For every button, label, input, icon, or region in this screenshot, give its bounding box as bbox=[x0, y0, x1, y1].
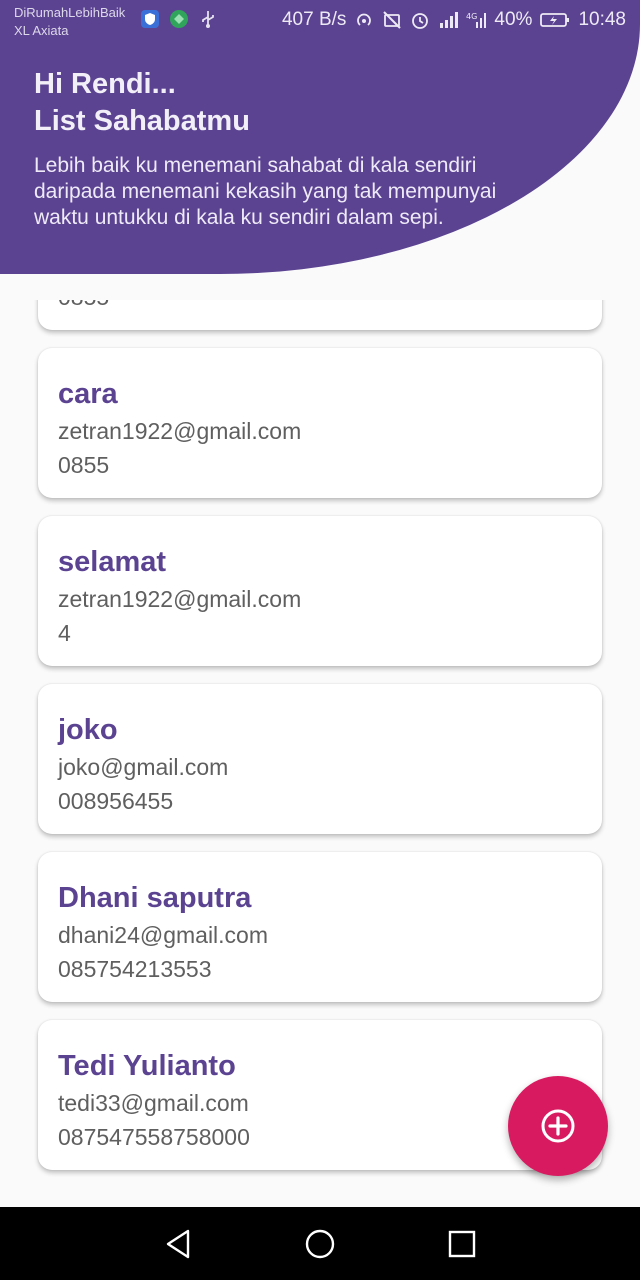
4g-signal-icon: 4G bbox=[466, 12, 487, 28]
friend-name: joko bbox=[58, 714, 118, 746]
page-title: Hi Rendi... List Sahabatmu bbox=[34, 66, 250, 140]
status-bar: DiRumahLebihBaik XL Axiata 407 B/s 4G 40… bbox=[0, 0, 640, 44]
add-circle-icon bbox=[541, 1109, 575, 1143]
hotspot-icon bbox=[357, 13, 372, 26]
friend-email: zetran1922@gmail.com bbox=[58, 586, 302, 612]
notification-icons bbox=[140, 9, 218, 29]
status-right: 407 B/s 4G 40% 10:48 bbox=[282, 9, 626, 31]
shield-icon bbox=[141, 10, 159, 28]
network-speed: 407 B/s bbox=[281, 9, 347, 30]
add-friend-button[interactable] bbox=[508, 1076, 608, 1176]
friend-name: Tedi Yulianto bbox=[58, 1050, 236, 1082]
carrier-name: DiRumahLebihBaik bbox=[14, 5, 126, 20]
battery-percentage: 40% bbox=[494, 9, 533, 30]
list-item[interactable]: cara zetran1922@gmail.com 0855 bbox=[38, 348, 602, 498]
friend-phone: 087547558758000 bbox=[58, 1124, 250, 1150]
friend-phone: 0855 bbox=[58, 300, 109, 311]
friend-email: joko@gmail.com bbox=[58, 754, 229, 780]
recents-icon[interactable] bbox=[445, 1227, 479, 1261]
friend-phone: 0855 bbox=[58, 452, 110, 478]
friend-phone: 4 bbox=[58, 620, 71, 646]
alarm-icon bbox=[412, 13, 429, 29]
greeting-text: Hi Rendi... bbox=[34, 68, 176, 100]
friend-email: dhani24@gmail.com bbox=[58, 922, 269, 948]
friend-phone: 008956455 bbox=[58, 788, 174, 814]
battery-charging-icon bbox=[540, 13, 570, 27]
navigation-bar bbox=[0, 1207, 640, 1280]
list-item[interactable]: joko joko@gmail.com 008956455 bbox=[38, 684, 602, 834]
friend-name: Dhani saputra bbox=[58, 882, 252, 914]
quote-text: Lebih baik ku menemani sahabat di kala s… bbox=[34, 154, 497, 229]
usb-icon bbox=[202, 11, 214, 28]
list-item[interactable]: 0855 bbox=[38, 300, 602, 330]
list-title: List Sahabatmu bbox=[34, 105, 250, 137]
vpn-icon bbox=[170, 10, 188, 28]
home-icon[interactable] bbox=[303, 1227, 337, 1261]
signal-icon bbox=[440, 12, 459, 28]
friend-email: tedi33@gmail.com bbox=[58, 1090, 249, 1116]
friend-phone: 085754213553 bbox=[58, 956, 212, 982]
list-item[interactable]: selamat zetran1922@gmail.com 4 bbox=[38, 516, 602, 666]
friend-name: cara bbox=[58, 378, 118, 410]
clock: 10:48 bbox=[578, 9, 626, 30]
friends-list[interactable]: 0855 cara zetran1922@gmail.com 0855 sela… bbox=[0, 300, 640, 1205]
list-item[interactable]: Dhani saputra dhani24@gmail.com 08575421… bbox=[38, 852, 602, 1002]
carrier-operator: XL Axiata bbox=[14, 23, 69, 38]
carrier-info: DiRumahLebihBaik XL Axiata bbox=[14, 4, 125, 40]
friend-email: zetran1922@gmail.com bbox=[58, 418, 302, 444]
svg-text:4G: 4G bbox=[466, 12, 477, 21]
back-icon[interactable] bbox=[162, 1227, 196, 1261]
no-sim-icon bbox=[383, 11, 402, 29]
friend-name: selamat bbox=[58, 546, 167, 578]
